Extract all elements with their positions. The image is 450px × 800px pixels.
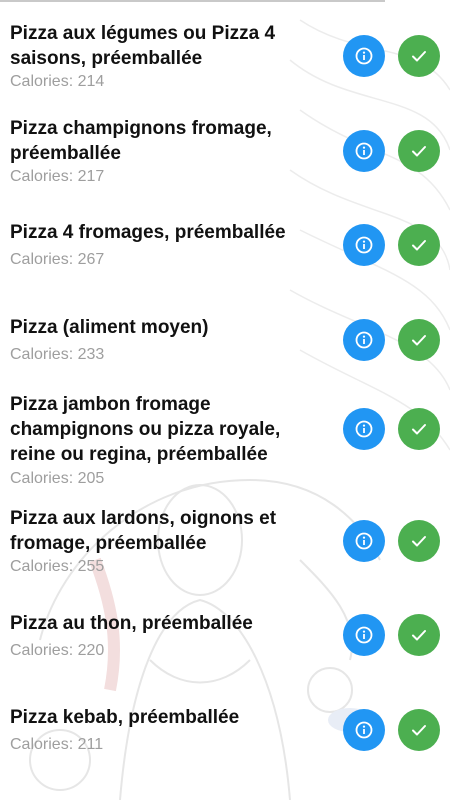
item-name: Pizza au thon, préemballée [10,613,253,634]
checkmark-icon [412,335,426,346]
item-name: Pizza 4 fromages, préemballée [10,222,286,243]
item-name: Pizza aux légumes ou Pizza 4 saisons, pr… [10,23,276,69]
item-calories: Calories: 217 [10,168,105,185]
info-button[interactable] [343,224,385,266]
item-calories: Calories: 205 [10,470,105,487]
item-calories: Calories: 267 [10,251,105,268]
checkmark-icon [412,725,426,736]
checkmark-icon [412,536,426,547]
checkmark-icon [412,240,426,251]
info-circle-icon [355,532,373,550]
item-calories: Calories: 214 [10,73,105,90]
info-circle-icon [355,721,373,739]
info-circle-icon [355,236,373,254]
add-button[interactable] [398,614,440,656]
info-circle-icon [355,420,373,438]
info-circle-icon [355,331,373,349]
add-button[interactable] [398,408,440,450]
info-button[interactable] [343,614,385,656]
item-calories: Calories: 233 [10,346,105,363]
item-name: Pizza jambon fromage champignons ou pizz… [10,394,281,465]
checkmark-icon [412,630,426,641]
item-name: Pizza champignons fromage, préemballée [10,118,272,164]
item-calories: Calories: 255 [10,558,105,575]
add-button[interactable] [398,709,440,751]
add-button[interactable] [398,319,440,361]
info-circle-icon [355,142,373,160]
info-button[interactable] [343,408,385,450]
info-button[interactable] [343,709,385,751]
item-calories: Calories: 220 [10,642,105,659]
info-button[interactable] [343,35,385,77]
item-name: Pizza (aliment moyen) [10,317,209,338]
food-list: Pizza aux légumes ou Pizza 4 saisons, pr… [0,0,450,800]
add-button[interactable] [398,35,440,77]
item-name: Pizza aux lardons, oignons et fromage, p… [10,508,277,554]
add-button[interactable] [398,130,440,172]
checkmark-icon [412,146,426,157]
top-divider [0,0,385,2]
checkmark-icon [412,51,426,62]
checkmark-icon [412,424,426,435]
item-calories: Calories: 211 [10,736,104,753]
add-button[interactable] [398,520,440,562]
info-button[interactable] [343,130,385,172]
add-button[interactable] [398,224,440,266]
info-circle-icon [355,47,373,65]
info-button[interactable] [343,520,385,562]
item-name: Pizza kebab, préemballée [10,707,240,728]
info-button[interactable] [343,319,385,361]
info-circle-icon [355,626,373,644]
